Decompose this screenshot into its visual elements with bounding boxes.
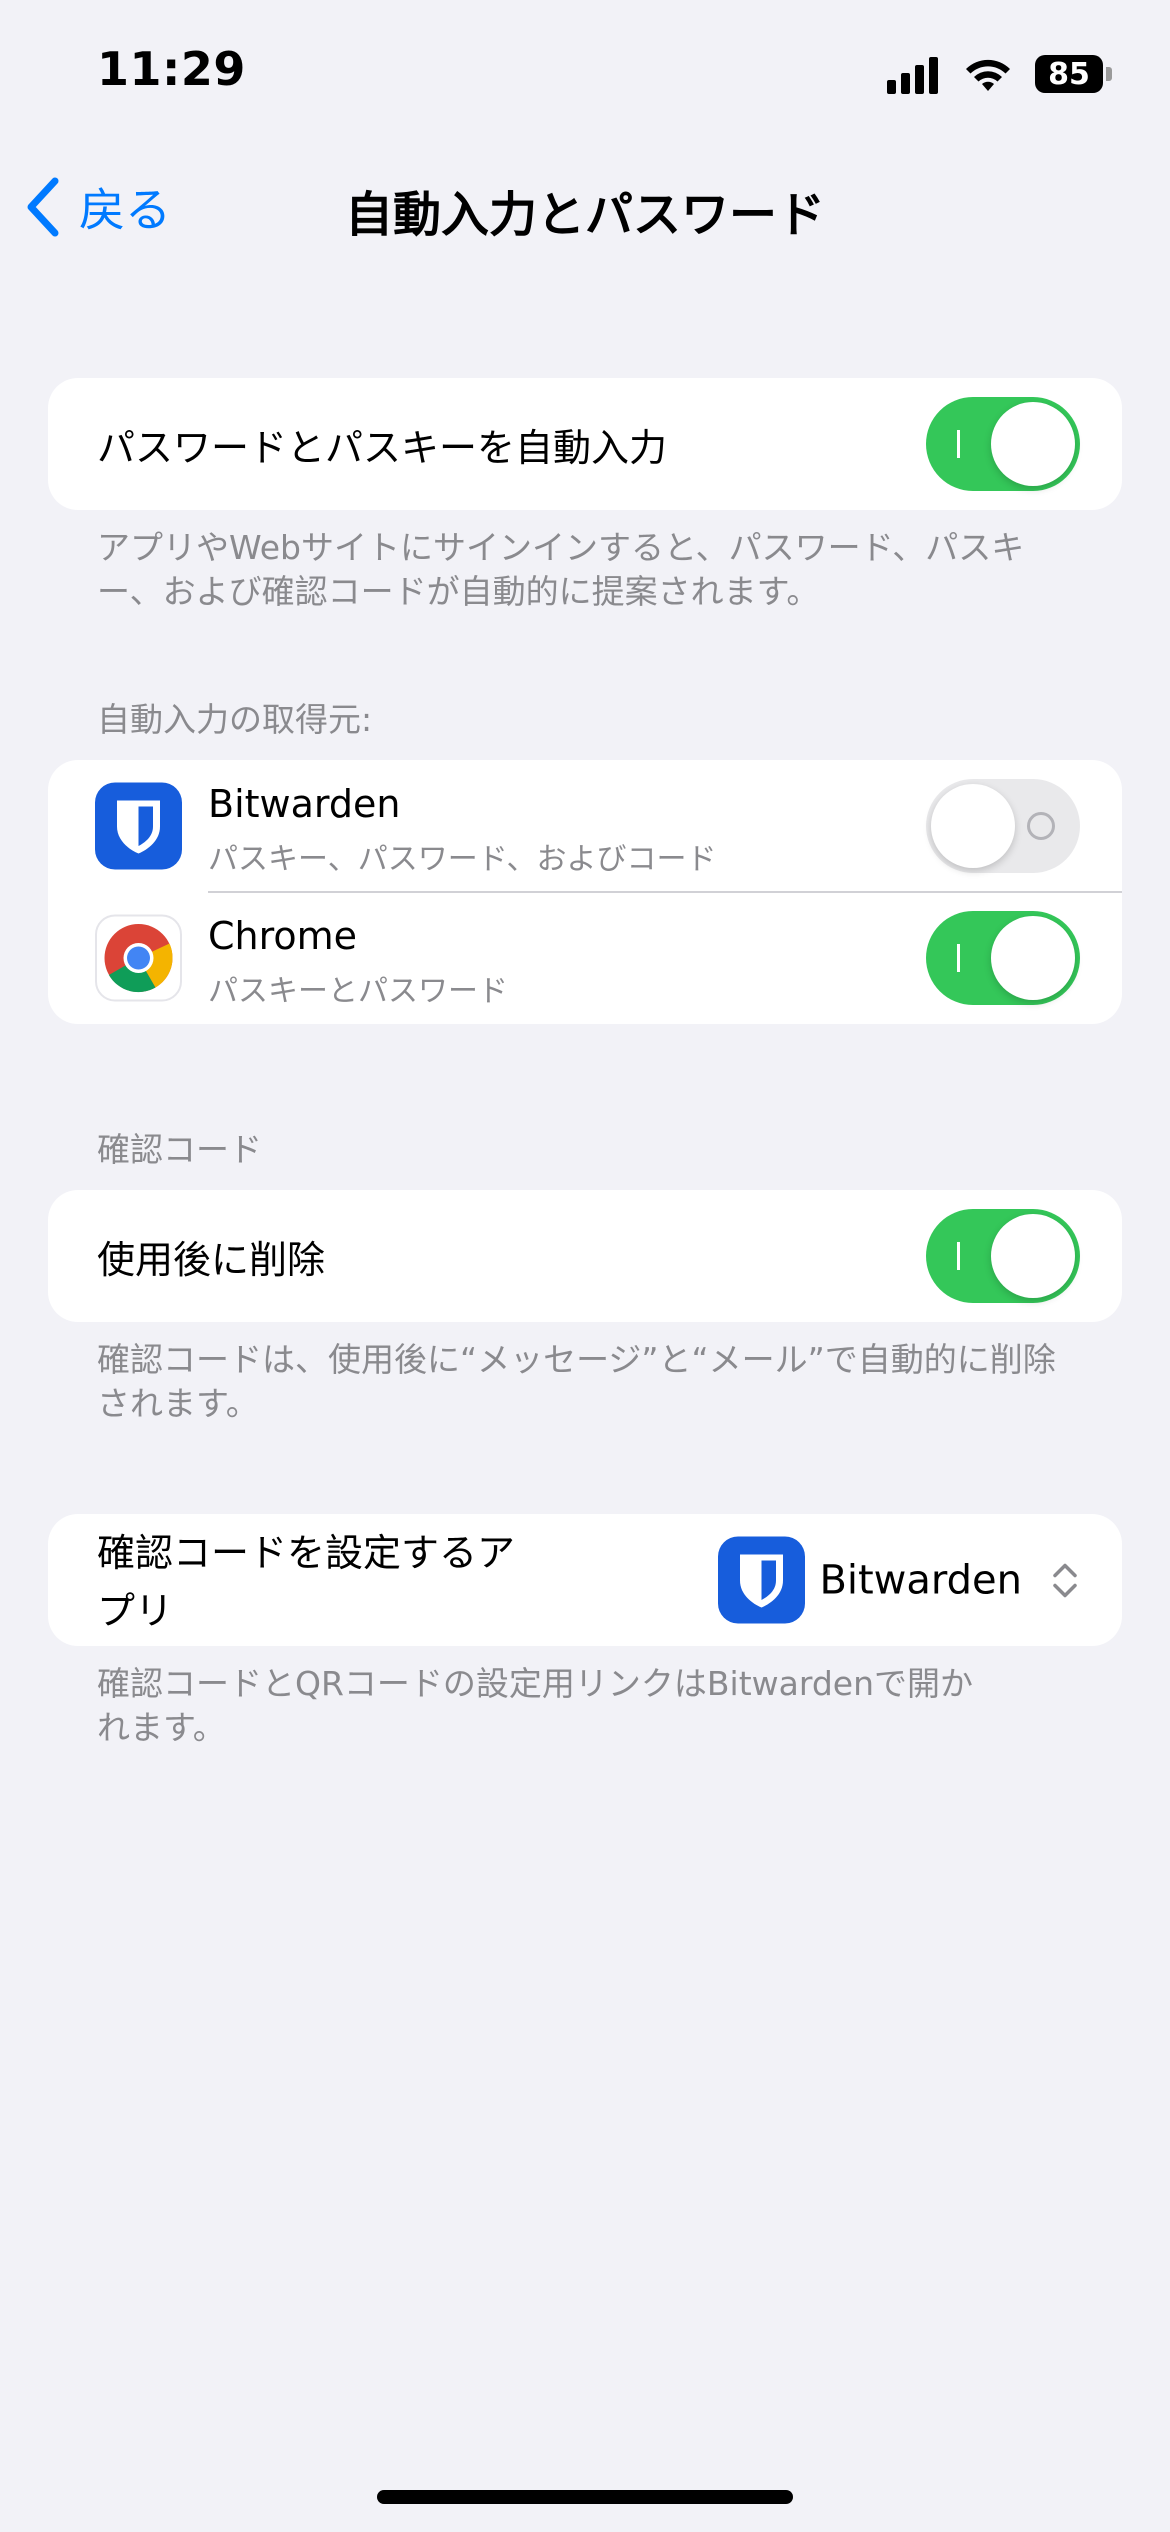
source-subtitle: パスキー、パスワード、およびコード bbox=[208, 842, 717, 877]
cellular-signal-icon bbox=[887, 54, 943, 94]
chrome-toggle[interactable] bbox=[926, 911, 1080, 1005]
toggle-knob bbox=[931, 784, 1015, 868]
screen: 11:29 85 戻る 自動入力とパスワード パスワードとパスキーを自動入力 ア… bbox=[0, 0, 1170, 2532]
code-app-label: 確認コードを設定するアプリ bbox=[97, 1531, 516, 1633]
toggle-on-mark bbox=[957, 430, 960, 458]
source-row-chrome[interactable]: Chrome パスキーとパスワード bbox=[48, 892, 1122, 1024]
toggle-knob bbox=[991, 1214, 1075, 1298]
source-row-bitwarden[interactable]: Bitwarden パスキー、パスワード、およびコード bbox=[48, 760, 1122, 892]
code-app-picker[interactable]: Bitwarden bbox=[718, 1536, 1078, 1624]
toggle-on-mark bbox=[957, 1242, 960, 1270]
autofill-group: パスワードとパスキーを自動入力 bbox=[48, 378, 1122, 510]
toggle-off-mark bbox=[1027, 812, 1055, 840]
verification-header: 確認コード bbox=[97, 1130, 262, 1169]
delete-after-use-toggle[interactable] bbox=[926, 1209, 1080, 1303]
verification-group: 使用後に削除 bbox=[48, 1190, 1122, 1322]
sources-group: Bitwarden パスキー、パスワード、およびコード Chrome パスキーと… bbox=[48, 760, 1122, 1024]
bitwarden-icon bbox=[95, 782, 182, 870]
code-app-footer: 確認コードとQRコードの設定用リンクはBitwardenで開かれます。 bbox=[97, 1664, 974, 1747]
status-icons: 85 bbox=[887, 50, 1112, 98]
autofill-toggle[interactable] bbox=[926, 397, 1080, 491]
toggle-knob bbox=[991, 916, 1075, 1000]
battery-tip bbox=[1106, 67, 1112, 81]
chrome-icon bbox=[95, 914, 182, 1002]
autofill-label: パスワードとパスキーを自動入力 bbox=[97, 425, 668, 470]
toggle-on-mark bbox=[957, 944, 960, 972]
wifi-icon bbox=[966, 59, 1010, 91]
code-app-value: Bitwarden bbox=[819, 1557, 1022, 1603]
sources-header: 自動入力の取得元: bbox=[97, 700, 373, 739]
status-time: 11:29 bbox=[97, 42, 246, 96]
delete-after-use-label: 使用後に削除 bbox=[97, 1237, 326, 1282]
page-title: 自動入力とパスワード bbox=[344, 187, 825, 243]
autofill-row: パスワードとパスキーを自動入力 bbox=[48, 378, 1122, 510]
bitwarden-icon bbox=[718, 1536, 806, 1624]
delete-after-use-row: 使用後に削除 bbox=[48, 1190, 1122, 1322]
code-app-group: 確認コードを設定するアプリ Bitwarden bbox=[48, 1514, 1122, 1646]
source-name: Chrome bbox=[208, 914, 358, 958]
home-indicator[interactable] bbox=[377, 2490, 793, 2504]
verification-footer: 確認コードは、使用後に“メッセージ”と“メール”で自動的に削除されます。 bbox=[97, 1340, 1056, 1423]
bitwarden-toggle[interactable] bbox=[926, 779, 1080, 873]
source-name: Bitwarden bbox=[208, 782, 401, 826]
battery-icon: 85 bbox=[1035, 55, 1103, 93]
source-subtitle: パスキーとパスワード bbox=[208, 974, 508, 1009]
battery-level: 85 bbox=[1048, 56, 1090, 92]
toggle-knob bbox=[991, 402, 1075, 486]
code-app-row[interactable]: 確認コードを設定するアプリ Bitwarden bbox=[48, 1514, 1122, 1646]
chevron-up-down-icon bbox=[1053, 1563, 1077, 1597]
autofill-footer: アプリやWebサイトにサインインすると、パスワード、パスキー、および確認コードが… bbox=[97, 528, 1025, 611]
